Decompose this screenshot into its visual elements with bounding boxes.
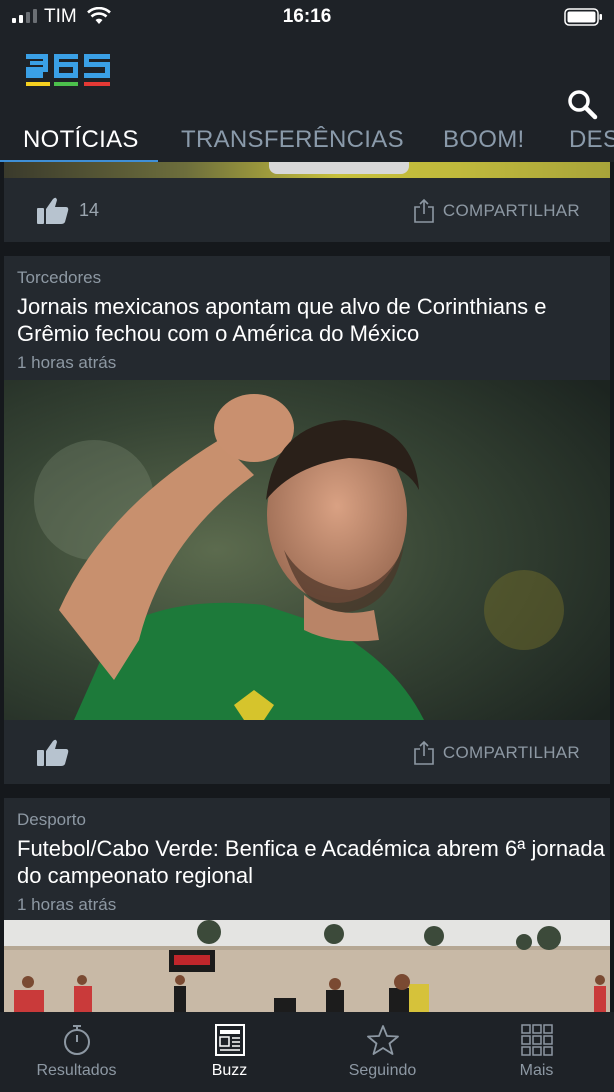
newspaper-icon	[214, 1024, 245, 1056]
share-button[interactable]: COMPARTILHAR	[413, 198, 580, 224]
share-icon	[414, 740, 434, 765]
article-card[interactable]: Torcedores Jornais mexicanos apontam que…	[4, 256, 610, 380]
nav-label: Mais	[519, 1062, 554, 1079]
nav-buzz[interactable]: Buzz	[153, 1012, 306, 1092]
article-card[interactable]: Desporto Futebol/Cabo Verde: Benfica e A…	[4, 798, 610, 922]
clock: 16:16	[282, 6, 332, 27]
search-icon[interactable]	[566, 88, 598, 120]
tab-noticias[interactable]: NOTÍCIAS	[23, 126, 139, 154]
tab-destaques[interactable]: DES	[569, 126, 614, 154]
article-category[interactable]: Torcedores	[17, 268, 101, 288]
nav-label: Buzz	[211, 1062, 248, 1079]
tab-transferencias[interactable]: TRANSFERÊNCIAS	[181, 126, 404, 154]
grid-icon	[520, 1024, 553, 1056]
tab-bar: NOTÍCIAS TRANSFERÊNCIAS BOOM! DES	[0, 120, 614, 162]
article-headline[interactable]: Jornais mexicanos apontam que alvo de Co…	[17, 293, 607, 347]
stopwatch-icon	[63, 1025, 90, 1055]
nav-resultados[interactable]: Resultados	[0, 1012, 153, 1092]
battery-icon	[564, 8, 602, 26]
bottom-navigation: Resultados Buzz Seguindo Mais	[0, 1012, 614, 1092]
star-icon	[366, 1025, 399, 1055]
article-time: 1 horas atrás	[17, 895, 117, 914]
article-actions: 14 COMPARTILHAR	[4, 178, 610, 242]
app-header: NOTÍCIAS TRANSFERÊNCIAS BOOM! DES	[0, 34, 614, 162]
article-image[interactable]	[4, 380, 610, 720]
status-bar: TIM 16:16	[0, 0, 614, 34]
nav-seguindo[interactable]: Seguindo	[306, 1012, 459, 1092]
tab-boom[interactable]: BOOM!	[443, 126, 525, 154]
nav-label: Resultados	[36, 1062, 117, 1079]
share-button[interactable]: COMPARTILHAR	[413, 740, 580, 766]
share-label: COMPARTILHAR	[442, 201, 580, 220]
share-icon	[414, 198, 434, 223]
article-image[interactable]	[4, 162, 610, 178]
news-feed[interactable]: 14 COMPARTILHAR Torcedores Jornais mexic…	[0, 162, 614, 1012]
app-logo[interactable]	[24, 52, 112, 90]
article-category[interactable]: Desporto	[17, 810, 86, 830]
thumbs-up-icon[interactable]	[36, 196, 70, 226]
article-actions: COMPARTILHAR	[4, 720, 610, 784]
nav-label: Seguindo	[348, 1062, 417, 1079]
like-count: 14	[79, 200, 100, 220]
nav-mais[interactable]: Mais	[460, 1012, 613, 1092]
share-label: COMPARTILHAR	[442, 743, 580, 762]
thumbs-up-icon[interactable]	[36, 738, 70, 768]
article-headline[interactable]: Futebol/Cabo Verde: Benfica e Académica …	[17, 835, 607, 889]
article-image[interactable]	[4, 920, 610, 1012]
article-time: 1 horas atrás	[17, 353, 117, 372]
